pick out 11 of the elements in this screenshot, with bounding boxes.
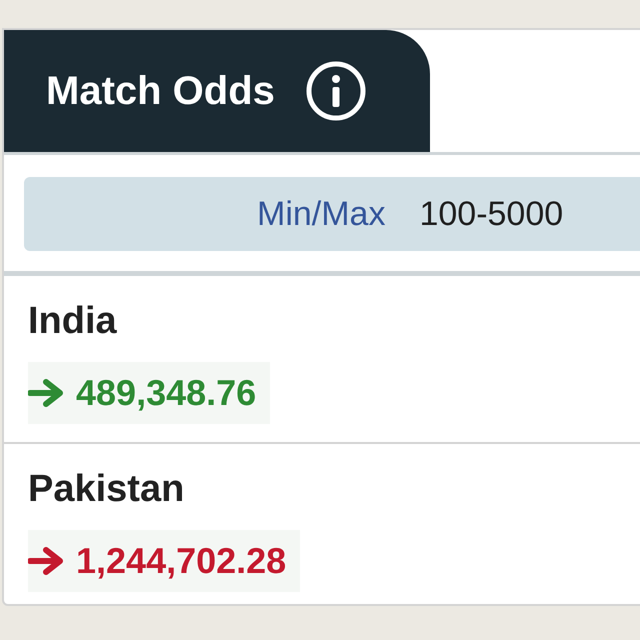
runner-name: India [28,302,118,340]
market-tab[interactable]: Match Odds [4,30,430,152]
runner-name: Pakistan [28,470,186,508]
min-max-value: 100-5000 [419,194,564,234]
info-icon[interactable] [304,60,367,122]
market-title: Match Odds [46,68,275,115]
arrow-right-icon [28,546,66,576]
runner-amount: 1,244,702.28 [76,539,286,583]
min-max-label: Min/Max [257,194,386,234]
runner-amount: 489,348.76 [76,371,256,415]
arrow-right-icon [28,378,66,408]
